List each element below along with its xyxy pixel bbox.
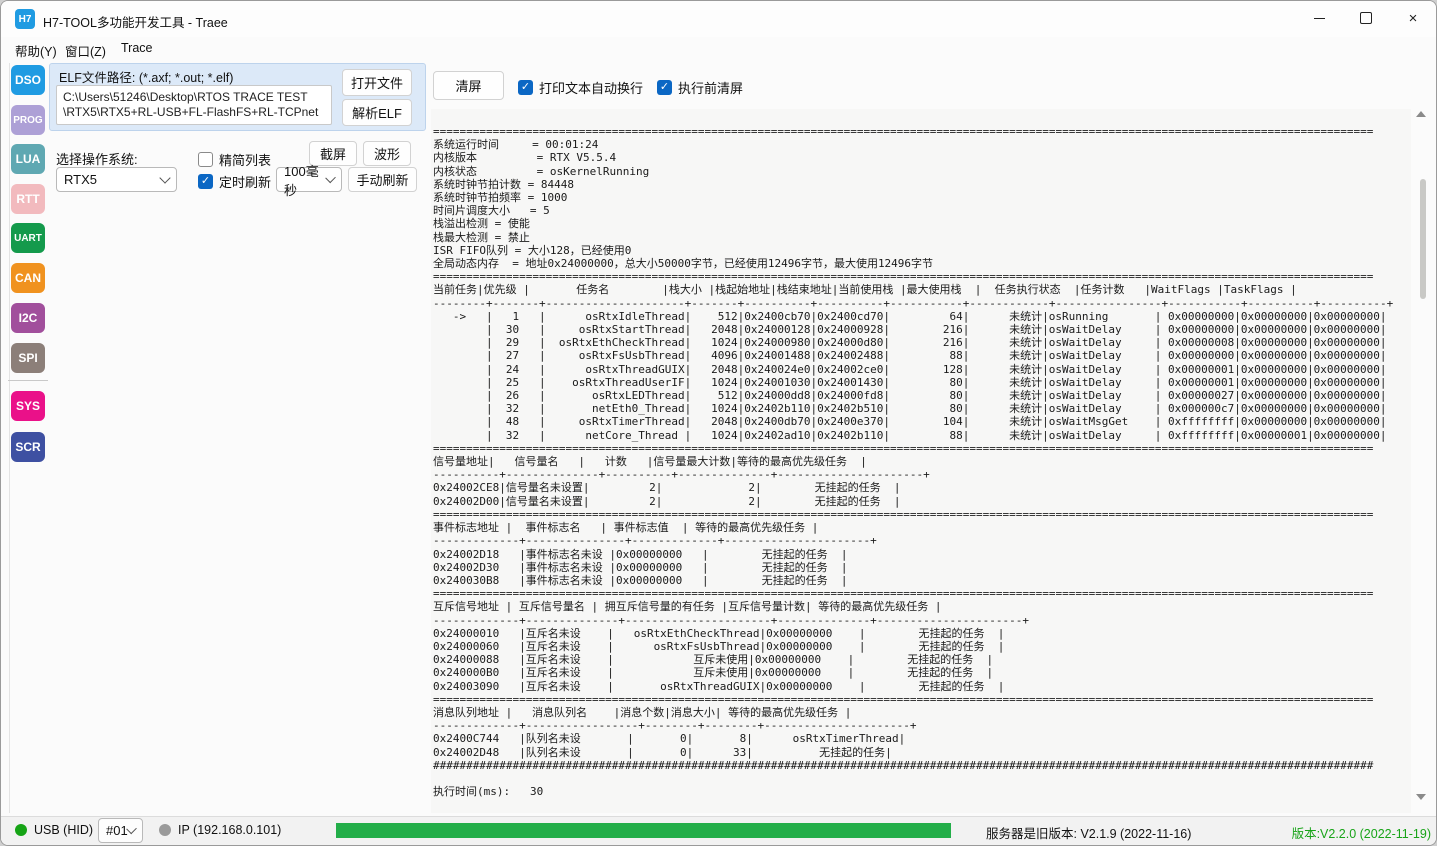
scroll-up-icon — [1416, 111, 1426, 117]
sidebar-item-i2c[interactable]: I2C — [11, 303, 45, 333]
sidebar-item-rtt[interactable]: RTT — [11, 184, 45, 214]
checkbox-checked-icon: ✓ — [518, 80, 533, 95]
ip-status-label: IP (192.168.0.101) — [178, 823, 282, 837]
sidebar-item-sys[interactable]: SYS — [11, 391, 45, 421]
os-select-value: RTX5 — [64, 172, 97, 187]
check-icon: ✓ — [520, 81, 531, 93]
progress-bar — [336, 823, 951, 838]
minimize-button[interactable] — [1296, 3, 1342, 33]
usb-status-label: USB (HID) — [34, 823, 94, 837]
sidebar-item-can[interactable]: CAN — [11, 263, 45, 293]
simple-list-checkbox[interactable]: 精简列表 — [198, 150, 271, 169]
sidebar-item-uart[interactable]: UART — [11, 223, 45, 253]
os-select[interactable]: RTX5 — [56, 167, 177, 192]
device-number-select[interactable]: #01 — [98, 818, 143, 843]
interval-select[interactable]: 100毫秒 — [276, 164, 342, 198]
scroll-down-icon — [1416, 794, 1426, 800]
elf-path-line1: C:\Users\51246\Desktop\RTOS TRACE TEST — [63, 90, 308, 104]
scroll-down-button[interactable] — [1416, 794, 1426, 800]
clear-screen-button[interactable]: 清屏 — [433, 71, 504, 100]
checkbox-checked-icon: ✓ — [198, 174, 213, 189]
manual-refresh-button[interactable]: 手动刷新 — [348, 167, 417, 192]
interval-select-value: 100毫秒 — [284, 163, 319, 198]
wrap-text-checkbox[interactable]: ✓ 打印文本自动换行 — [518, 78, 643, 97]
sidebar-divider-line — [9, 63, 10, 813]
scroll-up-button[interactable] — [1416, 111, 1426, 117]
maximize-button[interactable] — [1343, 3, 1389, 33]
app-window: H7 H7-TOOL多功能开发工具 - Traee × 帮助(Y) 窗口(Z) … — [0, 0, 1437, 846]
sidebar-item-dso[interactable]: DSO — [11, 65, 45, 95]
chevron-down-icon — [159, 171, 171, 184]
close-icon: × — [1408, 9, 1418, 27]
close-button[interactable]: × — [1390, 3, 1436, 33]
timer-refresh-label: 定时刷新 — [219, 175, 272, 190]
waveform-button[interactable]: 波形 — [363, 141, 411, 166]
wrap-text-label: 打印文本自动换行 — [539, 81, 644, 96]
timer-refresh-checkbox[interactable]: ✓ 定时刷新 — [198, 172, 271, 191]
title-bar: H7 H7-TOOL多功能开发工具 - Traee × — [1, 1, 1436, 37]
elf-path-input[interactable]: C:\Users\51246\Desktop\RTOS TRACE TEST \… — [56, 85, 332, 125]
maximize-icon — [1360, 12, 1372, 24]
check-icon: ✓ — [200, 175, 211, 187]
os-select-label: 选择操作系统: — [56, 152, 138, 167]
menu-trace[interactable]: Trace — [121, 41, 153, 55]
menu-help[interactable]: 帮助(Y) — [15, 41, 57, 60]
checkbox-checked-icon: ✓ — [657, 80, 672, 95]
clear-before-run-checkbox[interactable]: ✓ 执行前清屏 — [657, 78, 743, 97]
open-file-button[interactable]: 打开文件 — [342, 69, 412, 96]
sidebar-item-prog[interactable]: PROG — [11, 105, 45, 135]
check-icon: ✓ — [659, 81, 670, 93]
app-version-text: 版本:V2.2.0 (2022-11-19) — [1291, 827, 1431, 841]
device-number-value: #01 — [106, 823, 128, 838]
sidebar-item-scr[interactable]: SCR — [11, 432, 45, 462]
simple-list-label: 精简列表 — [219, 153, 272, 168]
console-output: ========================================… — [433, 125, 1394, 799]
menu-window[interactable]: 窗口(Z) — [65, 41, 106, 60]
clear-before-run-label: 执行前清屏 — [678, 81, 744, 96]
ip-status-dot — [159, 824, 171, 836]
elf-path-label: ELF文件路径: (*.axf; *.out; *.elf) — [59, 71, 234, 85]
sidebar-item-spi[interactable]: SPI — [11, 343, 45, 373]
checkbox-unchecked-icon — [198, 152, 213, 167]
minimize-icon — [1313, 17, 1325, 19]
parse-elf-button[interactable]: 解析ELF — [342, 99, 412, 126]
server-version-text: 服务器是旧版本: V2.1.9 (2022-11-16) — [986, 827, 1192, 841]
window-title: H7-TOOL多功能开发工具 - Traee — [43, 16, 228, 30]
sidebar-group-divider — [8, 380, 48, 381]
app-logo-icon: H7 — [15, 9, 35, 29]
elf-path-line2: \RTX5\RTX5+RL-USB+FL-FlashFS+RL-TCPnet — [63, 105, 319, 119]
scrollbar-thumb[interactable] — [1420, 179, 1426, 299]
usb-status-dot — [15, 824, 27, 836]
sidebar-item-lua[interactable]: LUA — [11, 144, 45, 174]
